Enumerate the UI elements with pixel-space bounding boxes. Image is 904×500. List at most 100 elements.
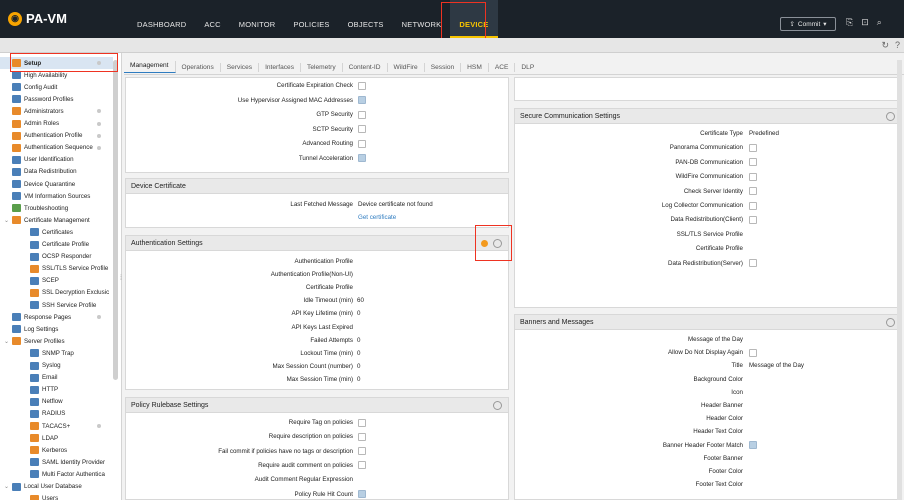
sidebar-item-label: SSH Service Profile [42,301,97,309]
nav-acc[interactable]: ACC [195,0,229,38]
chevron-down-icon[interactable]: ⌄ [4,483,10,490]
checkbox-allow-do-not-display-again[interactable] [749,348,757,357]
checkbox-data-redistribution-client[interactable] [749,215,757,224]
policy-rulebase-header: Policy Rulebase Settings [126,398,508,413]
sidebar-item-administrators[interactable]: Administrators [0,105,113,117]
sidebar-item-server-profiles[interactable]: ⌄ Server Profiles [0,335,113,347]
sidebar-item-syslog[interactable]: Syslog [0,360,113,372]
get-certificate-link[interactable]: Get certificate [358,214,396,221]
sidebar-item-config-audit[interactable]: Config Audit [0,81,113,93]
sidebar-item-response-pages[interactable]: Response Pages [0,311,113,323]
sidebar-item-netflow[interactable]: Netflow [0,396,113,408]
sidebar-item-ssl-tls-service-profile[interactable]: SSL/TLS Service Profile [0,263,113,275]
field-label-header-color: Header Color [706,415,743,423]
sidebar-item-certificates[interactable]: Certificates [0,226,113,238]
sidebar-item-user-identification[interactable]: User Identification [0,154,113,166]
commit-button[interactable]: ⇪ Commit ▾ [780,17,836,31]
tab-services[interactable]: Services [221,62,260,72]
checkbox-sctp-security[interactable] [358,125,366,133]
tab-interfaces[interactable]: Interfaces [259,62,302,72]
sidebar-item-scep[interactable]: SCEP [0,275,113,287]
tab-ace[interactable]: ACE [489,62,516,72]
sidebar-item-ocsp-responder[interactable]: OCSP Responder [0,251,113,263]
splitter-handle[interactable]: ⁞ [120,275,122,282]
commit-label: Commit [797,20,821,28]
checkbox-advanced-routing[interactable] [358,139,366,148]
sidebar-item-label: Response Pages [24,313,72,321]
tab-operations[interactable]: Operations [176,62,221,72]
sidebar-item-device-quarantine[interactable]: Device Quarantine [0,178,113,190]
checkbox-log-collector-communication[interactable] [749,201,757,210]
sidebar-item-password-profiles[interactable]: Password Profiles [0,93,113,105]
checkbox-fail-commit-if-policies-have-no-tags-or-description[interactable] [358,447,366,456]
checkbox-panorama-communication[interactable] [749,143,757,152]
tab-dlp[interactable]: DLP [515,63,540,72]
sidebar-item-admin-roles[interactable]: Admin Roles [0,118,113,130]
gear-icon[interactable] [886,318,895,327]
field-label-certificate-profile: Certificate Profile [305,284,353,292]
tab-wildfire[interactable]: WildFire [388,62,425,72]
sidebar-item-ssh-service-profile[interactable]: SSH Service Profile [0,299,113,311]
checkbox-banner-header-footer-match[interactable] [749,441,757,450]
checkbox-gtp-security[interactable] [358,110,366,119]
gear-icon[interactable] [493,401,502,410]
sidebar-item-users[interactable]: Users [0,493,113,500]
sidebar-item-tacacs[interactable]: TACACS+ [0,420,113,432]
sidebar-item-http[interactable]: HTTP [0,384,113,396]
main-scrollbar[interactable] [897,60,902,500]
sidebar-item-multi-factor-authentica[interactable]: Multi Factor Authentica [0,468,113,480]
field-label-log-collector-communication: Log Collector Communication [661,202,743,209]
checkbox-tunnel-acceleration[interactable] [358,154,366,162]
sidebar-item-vm-information-sources[interactable]: VM Information Sources [0,190,113,202]
nav-monitor[interactable]: MONITOR [230,0,285,38]
chevron-down-icon[interactable]: ⌄ [4,338,10,345]
sidebar-item-local-user-database[interactable]: ⌄ Local User Database [0,481,113,493]
sidebar-item-certificate-management[interactable]: ⌄ Certificate Management [0,214,113,226]
sidebar-item-email[interactable]: Email [0,372,113,384]
sidebar-item-certificate-profile[interactable]: Certificate Profile [0,239,113,251]
checkbox-pan-db-communication[interactable] [749,158,757,167]
sidebar-scrollbar[interactable] [113,60,118,380]
sidebar-item-log-settings[interactable]: Log Settings [0,323,113,335]
checkbox-require-tag-on-policies[interactable] [358,418,366,427]
checkbox-use-hypervisor-assigned-mac-addresses[interactable] [358,96,366,104]
checkbox-require-description-on-policies[interactable] [358,432,366,441]
sidebar-item-authentication-sequence[interactable]: Authentication Sequence [0,142,113,154]
logo-text: PA-VM [26,11,67,26]
app-logo[interactable]: ◉ PA-VM [8,11,67,26]
lock-icon[interactable]: ⎘ [846,17,853,28]
nav-dashboard[interactable]: DASHBOARD [128,0,195,38]
save-icon[interactable]: ⊡ [861,17,869,28]
gear-icon[interactable] [886,112,895,121]
sidebar-item-authentication-profile[interactable]: Authentication Profile [0,130,113,142]
checkbox-data-redistribution-server[interactable] [749,259,757,268]
sidebar-item-troubleshooting[interactable]: Troubleshooting [0,202,113,214]
checkbox-require-audit-comment-on-policies[interactable] [358,461,366,470]
sidebar-item-data-redistribution[interactable]: Data Redistribution [0,166,113,178]
sidebar-item-radius[interactable]: RADIUS [0,408,113,420]
sidebar-item-ssl-decryption-exclusic[interactable]: SSL Decryption Exclusic [0,287,113,299]
sidebar-item-label: Log Settings [24,325,59,333]
sidebar-item-snmp-trap[interactable]: SNMP Trap [0,347,113,359]
tab-hsm[interactable]: HSM [461,62,489,72]
checkbox-certificate-expiration-check[interactable] [358,81,366,90]
sidebar: Setup High Availability Config Audit Passwo… [0,53,122,500]
field-label-banner-header-footer-match: Banner Header Footer Match [662,441,743,449]
refresh-icon[interactable]: ↻ [881,40,889,51]
tab-management[interactable]: Management [124,61,176,73]
sidebar-item-ldap[interactable]: LDAP [0,432,113,444]
nav-objects[interactable]: OBJECTS [339,0,393,38]
checkbox-check-server-identity[interactable] [749,187,757,196]
search-icon[interactable]: ⌕ [877,17,882,28]
sidebar-item-saml-identity-provider[interactable]: SAML Identity Provider [0,456,113,468]
field-label-api-keys-last-expired: API Keys Last Expired [291,323,353,331]
tab-telemetry[interactable]: Telemetry [301,62,343,72]
checkbox-wildfire-communication[interactable] [749,172,757,181]
help-icon[interactable]: ? [895,40,900,51]
checkbox-policy-rule-hit-count[interactable] [358,490,366,498]
tab-content-id[interactable]: Content-ID [343,62,388,72]
nav-policies[interactable]: POLICIES [284,0,338,38]
sidebar-item-kerberos[interactable]: Kerberos [0,444,113,456]
chevron-down-icon[interactable]: ⌄ [4,217,10,224]
tab-session[interactable]: Session [425,62,462,72]
